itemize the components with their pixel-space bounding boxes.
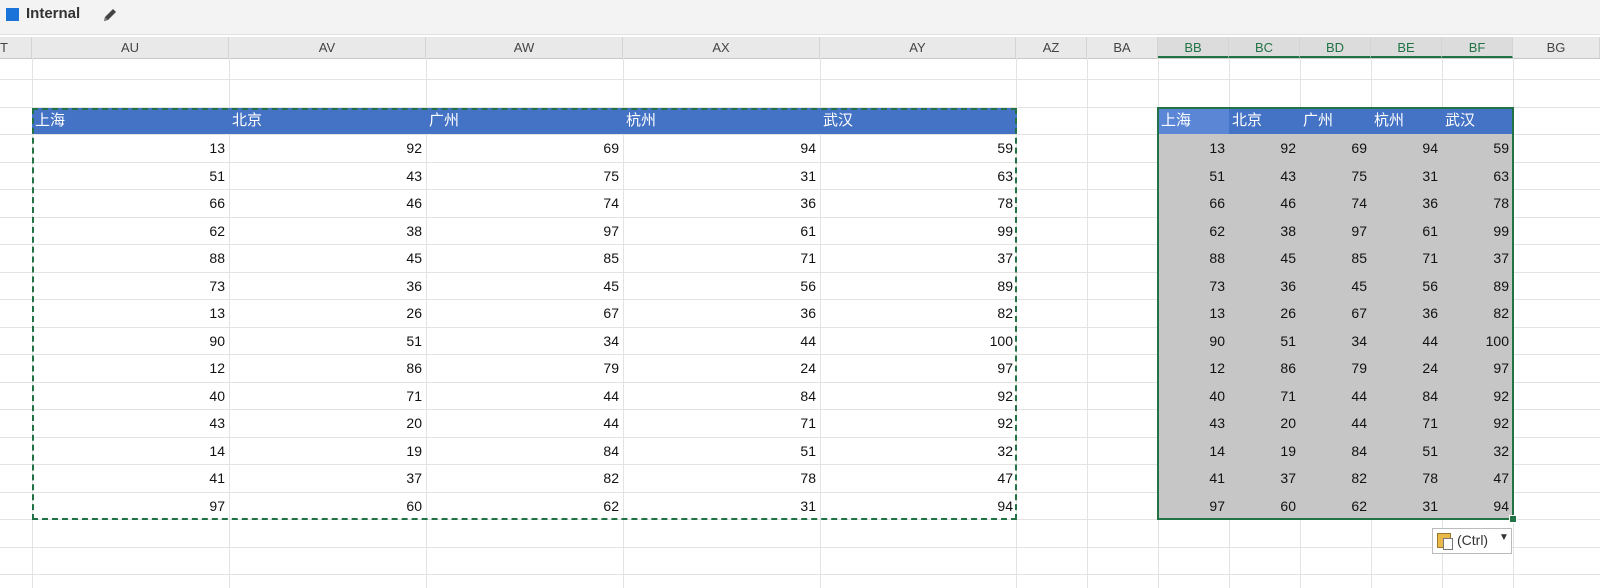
sensitivity-bar: Internal: [0, 0, 1600, 35]
grid-col-line: [1087, 58, 1088, 588]
column-header-be[interactable]: BE: [1371, 37, 1442, 58]
column-header-aw[interactable]: AW: [426, 37, 623, 58]
column-header-ax[interactable]: AX: [623, 37, 820, 58]
column-header-bc[interactable]: BC: [1229, 37, 1300, 58]
column-header-bf[interactable]: BF: [1442, 37, 1513, 58]
column-header-t[interactable]: T: [0, 37, 32, 58]
sensitivity-label[interactable]: Internal: [26, 5, 80, 22]
paste-options-label: (Ctrl): [1457, 532, 1489, 548]
column-header-bb[interactable]: BB: [1158, 37, 1229, 58]
column-header-bd[interactable]: BD: [1300, 37, 1371, 58]
sensitivity-icon: [6, 8, 19, 21]
column-headers: T AU AV AW AX AY AZ BA BB BC BD BE BF BG: [0, 37, 1600, 59]
column-header-au[interactable]: AU: [32, 37, 229, 58]
column-header-ay[interactable]: AY: [820, 37, 1016, 58]
grid-row-line: [0, 79, 1600, 80]
column-header-az[interactable]: AZ: [1016, 37, 1087, 58]
clipboard-icon: [1437, 533, 1453, 550]
chevron-down-icon: ▼: [1499, 532, 1509, 543]
paste-options-button[interactable]: (Ctrl) ▼: [1432, 528, 1512, 554]
selection-border: [1157, 107, 1514, 520]
copy-marquee: [32, 108, 1017, 520]
sheet-grid[interactable]: 上海 北京 广州 杭州 武汉 13 92 69 94 59 51 43 75 31 63 66 46 74 36 78…: [0, 58, 1600, 588]
grid-row-line: [0, 574, 1600, 575]
fill-handle[interactable]: [1509, 515, 1517, 523]
column-header-bg[interactable]: BG: [1513, 37, 1600, 58]
column-header-ba[interactable]: BA: [1087, 37, 1158, 58]
column-header-av[interactable]: AV: [229, 37, 426, 58]
grid-row-line: [0, 547, 1600, 548]
pencil-icon[interactable]: [100, 5, 120, 25]
